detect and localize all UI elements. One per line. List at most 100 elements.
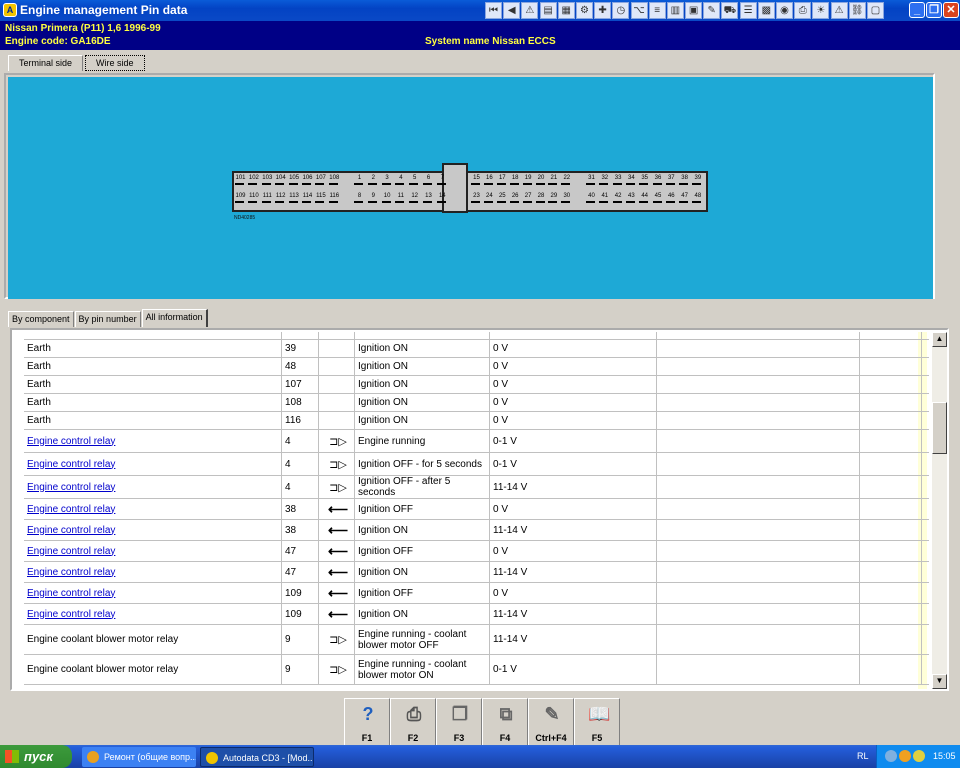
minimize-button[interactable]: _: [909, 2, 925, 18]
connector-pin[interactable]: 20: [535, 175, 547, 185]
connector-pin[interactable]: 23: [471, 193, 482, 203]
table-row[interactable]: Engine control relay 4 ⊐▷ Ignition OFF - fo…: [24, 453, 929, 476]
connector-pin[interactable]: 11: [395, 193, 406, 203]
table-row[interactable]: Engine coolant blower motor relay 9 ⊐▷ Engi…: [24, 625, 929, 655]
function-key-f5[interactable]: 📖 F5: [574, 698, 620, 746]
component-cell[interactable]: Engine control relay: [24, 583, 282, 603]
connector-pin[interactable]: 4: [395, 175, 406, 185]
connector-pin[interactable]: 45: [652, 193, 664, 203]
connector-pin[interactable]: 39: [692, 175, 703, 185]
function-key-ctrl-f4[interactable]: ✎ Ctrl+F4: [528, 698, 574, 746]
connector-pin[interactable]: 8: [354, 193, 365, 203]
connector-pin[interactable]: 10: [381, 193, 393, 203]
table-row[interactable]: Earth 48 Ignition ON 0 V: [24, 358, 929, 376]
table-row[interactable]: Engine control relay 4 ⊐▷ Engine running 0-1…: [24, 430, 929, 453]
connector-pin[interactable]: 28: [535, 193, 547, 203]
component-name[interactable]: Engine control relay: [27, 609, 115, 620]
bulb-icon[interactable]: ☀: [812, 2, 830, 19]
table-row[interactable]: Earth 108 Ignition ON 0 V: [24, 394, 929, 412]
connector-pin[interactable]: 113: [288, 193, 300, 203]
connector-pin[interactable]: 19: [522, 175, 534, 185]
gear-icon[interactable]: ⚙: [575, 2, 593, 19]
table-row[interactable]: Engine control relay 109 ⟵ Ignition ON 11-14…: [24, 604, 929, 625]
tab-by-component[interactable]: By component: [8, 311, 74, 327]
first-icon[interactable]: ⏮: [485, 2, 502, 19]
connector-pin[interactable]: 105: [288, 175, 300, 185]
close-button[interactable]: ✕: [943, 2, 959, 18]
component-cell[interactable]: Engine control relay: [24, 541, 282, 561]
component-name[interactable]: Engine control relay: [27, 546, 115, 557]
taskbar-item-browser[interactable]: Ремонт (общие вопр...: [82, 747, 196, 767]
connector-pin[interactable]: 9: [367, 193, 379, 203]
list-icon[interactable]: ≡: [648, 2, 666, 19]
table-row[interactable]: Earth 39 Ignition ON 0 V: [24, 340, 929, 358]
table-row[interactable]: Engine control relay 109 ⟵ Ignition OFF 0 V: [24, 583, 929, 604]
function-key-f2[interactable]: ⎙ F2: [390, 698, 436, 746]
prev-icon[interactable]: ◀: [503, 2, 521, 19]
tab-by-pin-number[interactable]: By pin number: [74, 311, 141, 327]
tab-all-information[interactable]: All information: [141, 309, 208, 327]
connector-pin[interactable]: 24: [483, 193, 495, 203]
connector-pin[interactable]: 33: [612, 175, 624, 185]
form-icon[interactable]: ☰: [739, 2, 757, 19]
connector-pin[interactable]: 32: [599, 175, 610, 185]
connector-pin[interactable]: 112: [275, 193, 286, 203]
tree-icon[interactable]: ⌥: [630, 2, 648, 19]
component-name[interactable]: Engine control relay: [27, 525, 115, 536]
function-key-f3[interactable]: ❐ F3: [436, 698, 482, 746]
tab-wire-side[interactable]: Wire side: [85, 55, 145, 71]
taskbar-item-autodata[interactable]: Autodata CD3 - [Mod...: [200, 747, 314, 767]
component-name[interactable]: Engine control relay: [27, 482, 115, 493]
antivirus-icon[interactable]: [899, 750, 911, 762]
connector-pin[interactable]: 34: [625, 175, 637, 185]
doc2-icon[interactable]: ▣: [685, 2, 703, 19]
chart-icon[interactable]: ▦: [557, 2, 575, 19]
table-row[interactable]: Engine control relay 38 ⟵ Ignition OFF 0 V: [24, 499, 929, 520]
connector-pin[interactable]: 101: [235, 175, 246, 185]
connector-pin[interactable]: 27: [522, 193, 534, 203]
connector-pin[interactable]: 40: [586, 193, 597, 203]
connector-pin[interactable]: 47: [679, 193, 690, 203]
image-icon[interactable]: ▩: [757, 2, 775, 19]
scroll-thumb[interactable]: [932, 402, 947, 454]
connector-pin[interactable]: 5: [409, 175, 420, 185]
connector-pin[interactable]: 18: [509, 175, 521, 185]
print-icon[interactable]: ⎙: [794, 2, 812, 19]
table-row[interactable]: Engine control relay 47 ⟵ Ignition ON 11-14 …: [24, 562, 929, 583]
connector-pin[interactable]: 16: [483, 175, 495, 185]
connector-pin[interactable]: 108: [328, 175, 340, 185]
clock-icon[interactable]: ◷: [612, 2, 630, 19]
connector-pin[interactable]: 110: [248, 193, 259, 203]
connector-pin[interactable]: 35: [639, 175, 650, 185]
function-key-f4[interactable]: ⧉ F4: [482, 698, 528, 746]
connector-pin[interactable]: 116: [328, 193, 340, 203]
connector-pin[interactable]: 38: [679, 175, 690, 185]
connector-pin[interactable]: 36: [652, 175, 664, 185]
connector-pin[interactable]: 3: [381, 175, 393, 185]
connector-pin[interactable]: 115: [315, 193, 326, 203]
warning2-icon[interactable]: ⚠: [830, 2, 848, 19]
connector-pin[interactable]: 37: [665, 175, 677, 185]
connector-pin[interactable]: 106: [302, 175, 313, 185]
scroll-up-button[interactable]: ▲: [932, 332, 947, 347]
connector-pin[interactable]: 114: [302, 193, 313, 203]
connector-pin[interactable]: 13: [423, 193, 434, 203]
component-cell[interactable]: Engine control relay: [24, 499, 282, 519]
start-button[interactable]: пуск: [0, 745, 72, 768]
component-cell[interactable]: Engine control relay: [24, 453, 282, 475]
doc-icon[interactable]: ▤: [539, 2, 557, 19]
connector-pin[interactable]: 30: [561, 193, 572, 203]
connector-pin[interactable]: 107: [315, 175, 326, 185]
component-cell[interactable]: Engine control relay: [24, 562, 282, 582]
connector-pin[interactable]: 41: [599, 193, 610, 203]
connector-pin[interactable]: 14: [436, 193, 448, 203]
connector-pin[interactable]: 1: [354, 175, 365, 185]
connector-pin[interactable]: 12: [409, 193, 420, 203]
component-name[interactable]: Engine control relay: [27, 459, 115, 470]
table-row[interactable]: Engine control relay 38 ⟵ Ignition ON 11-14 …: [24, 520, 929, 541]
component-name[interactable]: Engine control relay: [27, 504, 115, 515]
connector-pin[interactable]: 44: [639, 193, 650, 203]
link-icon[interactable]: ⛓: [848, 2, 866, 19]
function-key-f1[interactable]: ? F1: [344, 698, 390, 746]
connector-pin[interactable]: 22: [561, 175, 572, 185]
